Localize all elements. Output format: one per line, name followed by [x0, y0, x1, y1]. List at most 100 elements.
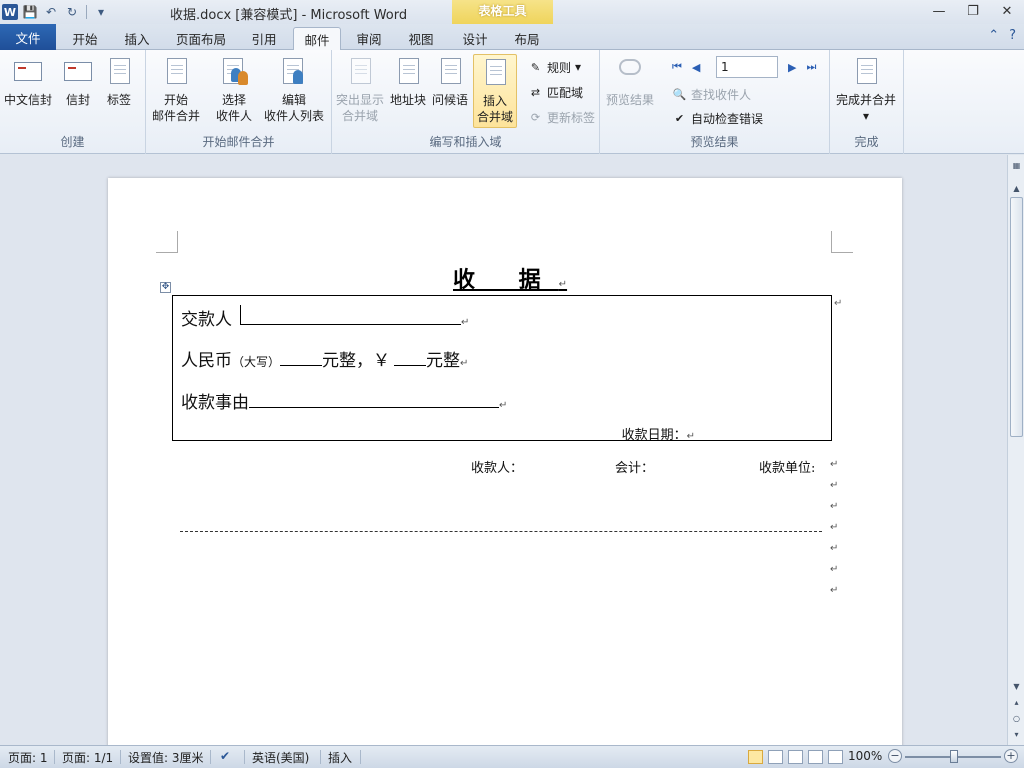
- table-tools-context-label: 表格工具: [452, 0, 553, 24]
- next-record-icon[interactable]: ▶: [788, 61, 796, 74]
- tab-home[interactable]: 开始: [62, 27, 108, 50]
- document-page[interactable]: 收 据↵ ✥ 交款人 ↵ 人民币 （大写） 元整，￥ 元整 ↵ 收款事由 ↵ 收…: [108, 178, 902, 745]
- next-page-icon[interactable]: ▾: [1009, 727, 1024, 741]
- tab-file[interactable]: 文件: [0, 24, 56, 50]
- minimize-ribbon-icon[interactable]: ⌃: [988, 28, 999, 43]
- envelope-icon: [63, 56, 93, 88]
- web-layout-view-icon[interactable]: [788, 750, 803, 764]
- tab-review[interactable]: 审阅: [347, 27, 391, 50]
- reason-blank[interactable]: [249, 392, 499, 408]
- tab-insert[interactable]: 插入: [114, 27, 160, 50]
- window-controls: — ❐ ✕: [922, 0, 1024, 24]
- tab-mailings[interactable]: 邮件: [293, 27, 341, 51]
- draft-view-icon[interactable]: [828, 750, 843, 764]
- zoom-in-icon[interactable]: +: [1004, 749, 1018, 763]
- previous-page-icon[interactable]: ▴: [1009, 695, 1024, 709]
- insert-merge-field-button[interactable]: 插入 合并域: [473, 54, 518, 128]
- vertical-scrollbar[interactable]: ▦ ▲ ▼ ▴ ○ ▾: [1007, 155, 1024, 745]
- address-block-icon: [393, 56, 423, 88]
- auto-check-errors-button[interactable]: ✔ 自动检查错误: [672, 108, 763, 128]
- table-move-handle-icon[interactable]: ✥: [160, 282, 171, 293]
- paragraph-mark: ↵: [830, 480, 839, 491]
- zoom-slider-thumb[interactable]: [950, 750, 958, 763]
- status-language[interactable]: 英语(美国): [252, 749, 309, 766]
- edit-recipient-list-icon: [279, 56, 309, 88]
- tab-view[interactable]: 视图: [399, 27, 443, 50]
- scroll-down-icon[interactable]: ▼: [1009, 679, 1024, 693]
- previous-record-icon[interactable]: ◀: [692, 61, 700, 74]
- redo-icon[interactable]: ↻: [63, 3, 81, 21]
- record-navigation-next: ▶ ⏭: [788, 57, 816, 77]
- amount-number-blank[interactable]: [394, 350, 427, 366]
- ribbon-tab-row: 文件 开始 插入 页面布局 引用 邮件 审阅 视图 设计 布局 ⌃ ?: [0, 24, 1024, 51]
- highlight-merge-fields-button[interactable]: 突出显示 合并域: [336, 56, 384, 124]
- select-browse-object-icon[interactable]: ○: [1009, 711, 1024, 725]
- zoom-out-icon[interactable]: −: [888, 749, 902, 763]
- ruler-toggle-icon[interactable]: ▦: [1009, 158, 1024, 172]
- preview-results-button[interactable]: 预览结果: [606, 56, 654, 108]
- finish-merge-icon: [851, 56, 881, 88]
- accountant-label: 会计：: [615, 461, 655, 476]
- undo-icon[interactable]: ↶: [42, 3, 60, 21]
- title-bar: W 💾 ↶ ↻ ▾ 收据.docx [兼容模式] - Microsoft Wor…: [0, 0, 1024, 24]
- finish-merge-button[interactable]: 完成并合并 ▾: [836, 56, 896, 124]
- scroll-up-icon[interactable]: ▲: [1009, 181, 1024, 195]
- amount-words-blank[interactable]: [280, 350, 323, 366]
- select-recipients-button[interactable]: 选择 收件人: [216, 56, 252, 124]
- tab-page-layout[interactable]: 页面布局: [168, 27, 234, 50]
- crop-mark-top-right: [831, 231, 853, 253]
- status-page-count[interactable]: 页面: 1/1: [62, 749, 113, 766]
- status-insert-mode[interactable]: 插入: [328, 749, 352, 766]
- rules-button[interactable]: ✎ 规则 ▾: [528, 57, 581, 77]
- paragraph-mark: ↵: [830, 564, 839, 575]
- update-labels-button[interactable]: ⟳ 更新标签: [528, 107, 595, 127]
- payer-blank[interactable]: [241, 309, 461, 325]
- receiver-label: 收款人：: [471, 461, 524, 476]
- proofing-icon[interactable]: ✔: [220, 749, 230, 763]
- close-button[interactable]: ✕: [990, 0, 1024, 22]
- start-mail-merge-button[interactable]: 开始 邮件合并: [152, 56, 200, 124]
- group-label-start-mail-merge: 开始邮件合并: [202, 135, 275, 149]
- minimize-button[interactable]: —: [922, 0, 956, 22]
- full-screen-reading-view-icon[interactable]: [768, 750, 783, 764]
- group-start-mail-merge: 开始 邮件合并 选择 收件人 编辑 收件人列表 开始邮件合并: [146, 50, 332, 154]
- match-fields-button[interactable]: ⇄ 匹配域: [528, 82, 583, 102]
- status-page[interactable]: 页面: 1: [8, 749, 48, 766]
- edit-recipient-list-button[interactable]: 编辑 收件人列表: [264, 56, 324, 124]
- record-number-input[interactable]: 1: [716, 56, 778, 78]
- last-record-icon[interactable]: ⏭: [806, 60, 816, 74]
- status-setting[interactable]: 设置值: 3厘米: [128, 749, 204, 766]
- outline-view-icon[interactable]: [808, 750, 823, 764]
- word-logo-icon[interactable]: W: [2, 4, 18, 20]
- chinese-envelope-icon: [13, 56, 43, 88]
- paragraph-mark: ↵: [830, 522, 839, 533]
- status-separator: [120, 750, 121, 764]
- group-label-preview-results: 预览结果: [690, 135, 739, 149]
- group-label-finish: 完成: [854, 135, 879, 149]
- update-labels-icon: ⟳: [530, 110, 541, 124]
- tab-layout[interactable]: 布局: [505, 27, 549, 50]
- chevron-down-icon: ▾: [575, 60, 582, 74]
- receipt-table[interactable]: 交款人 ↵ 人民币 （大写） 元整，￥ 元整 ↵ 收款事由 ↵ 收款日期：↵: [172, 295, 832, 443]
- zoom-level[interactable]: 100%: [848, 749, 882, 763]
- paragraph-mark: ↵: [830, 501, 839, 512]
- envelope-button[interactable]: 信封: [63, 56, 93, 108]
- scrollbar-thumb[interactable]: [1010, 197, 1023, 437]
- find-recipient-button[interactable]: 🔍 查找收件人: [672, 84, 751, 104]
- ribbon-help-area: ⌃ ?: [988, 28, 1016, 43]
- rules-icon: ✎: [530, 60, 541, 74]
- save-icon[interactable]: 💾: [21, 3, 39, 21]
- tab-references[interactable]: 引用: [242, 27, 286, 50]
- address-block-button[interactable]: 地址块: [390, 56, 426, 108]
- reason-line: 收款事由 ↵: [181, 392, 508, 413]
- labels-button[interactable]: 标签: [104, 56, 134, 108]
- customize-qat-icon[interactable]: ▾: [92, 3, 110, 21]
- chinese-envelope-button[interactable]: 中文信封: [4, 56, 52, 108]
- greeting-line-button[interactable]: 问候语: [432, 56, 468, 108]
- restore-button[interactable]: ❐: [956, 0, 990, 22]
- help-icon[interactable]: ?: [1009, 28, 1016, 43]
- print-layout-view-icon[interactable]: [748, 750, 763, 764]
- tab-design[interactable]: 设计: [453, 27, 497, 50]
- first-record-icon[interactable]: ⏮: [672, 60, 682, 74]
- select-recipients-icon: [219, 56, 249, 88]
